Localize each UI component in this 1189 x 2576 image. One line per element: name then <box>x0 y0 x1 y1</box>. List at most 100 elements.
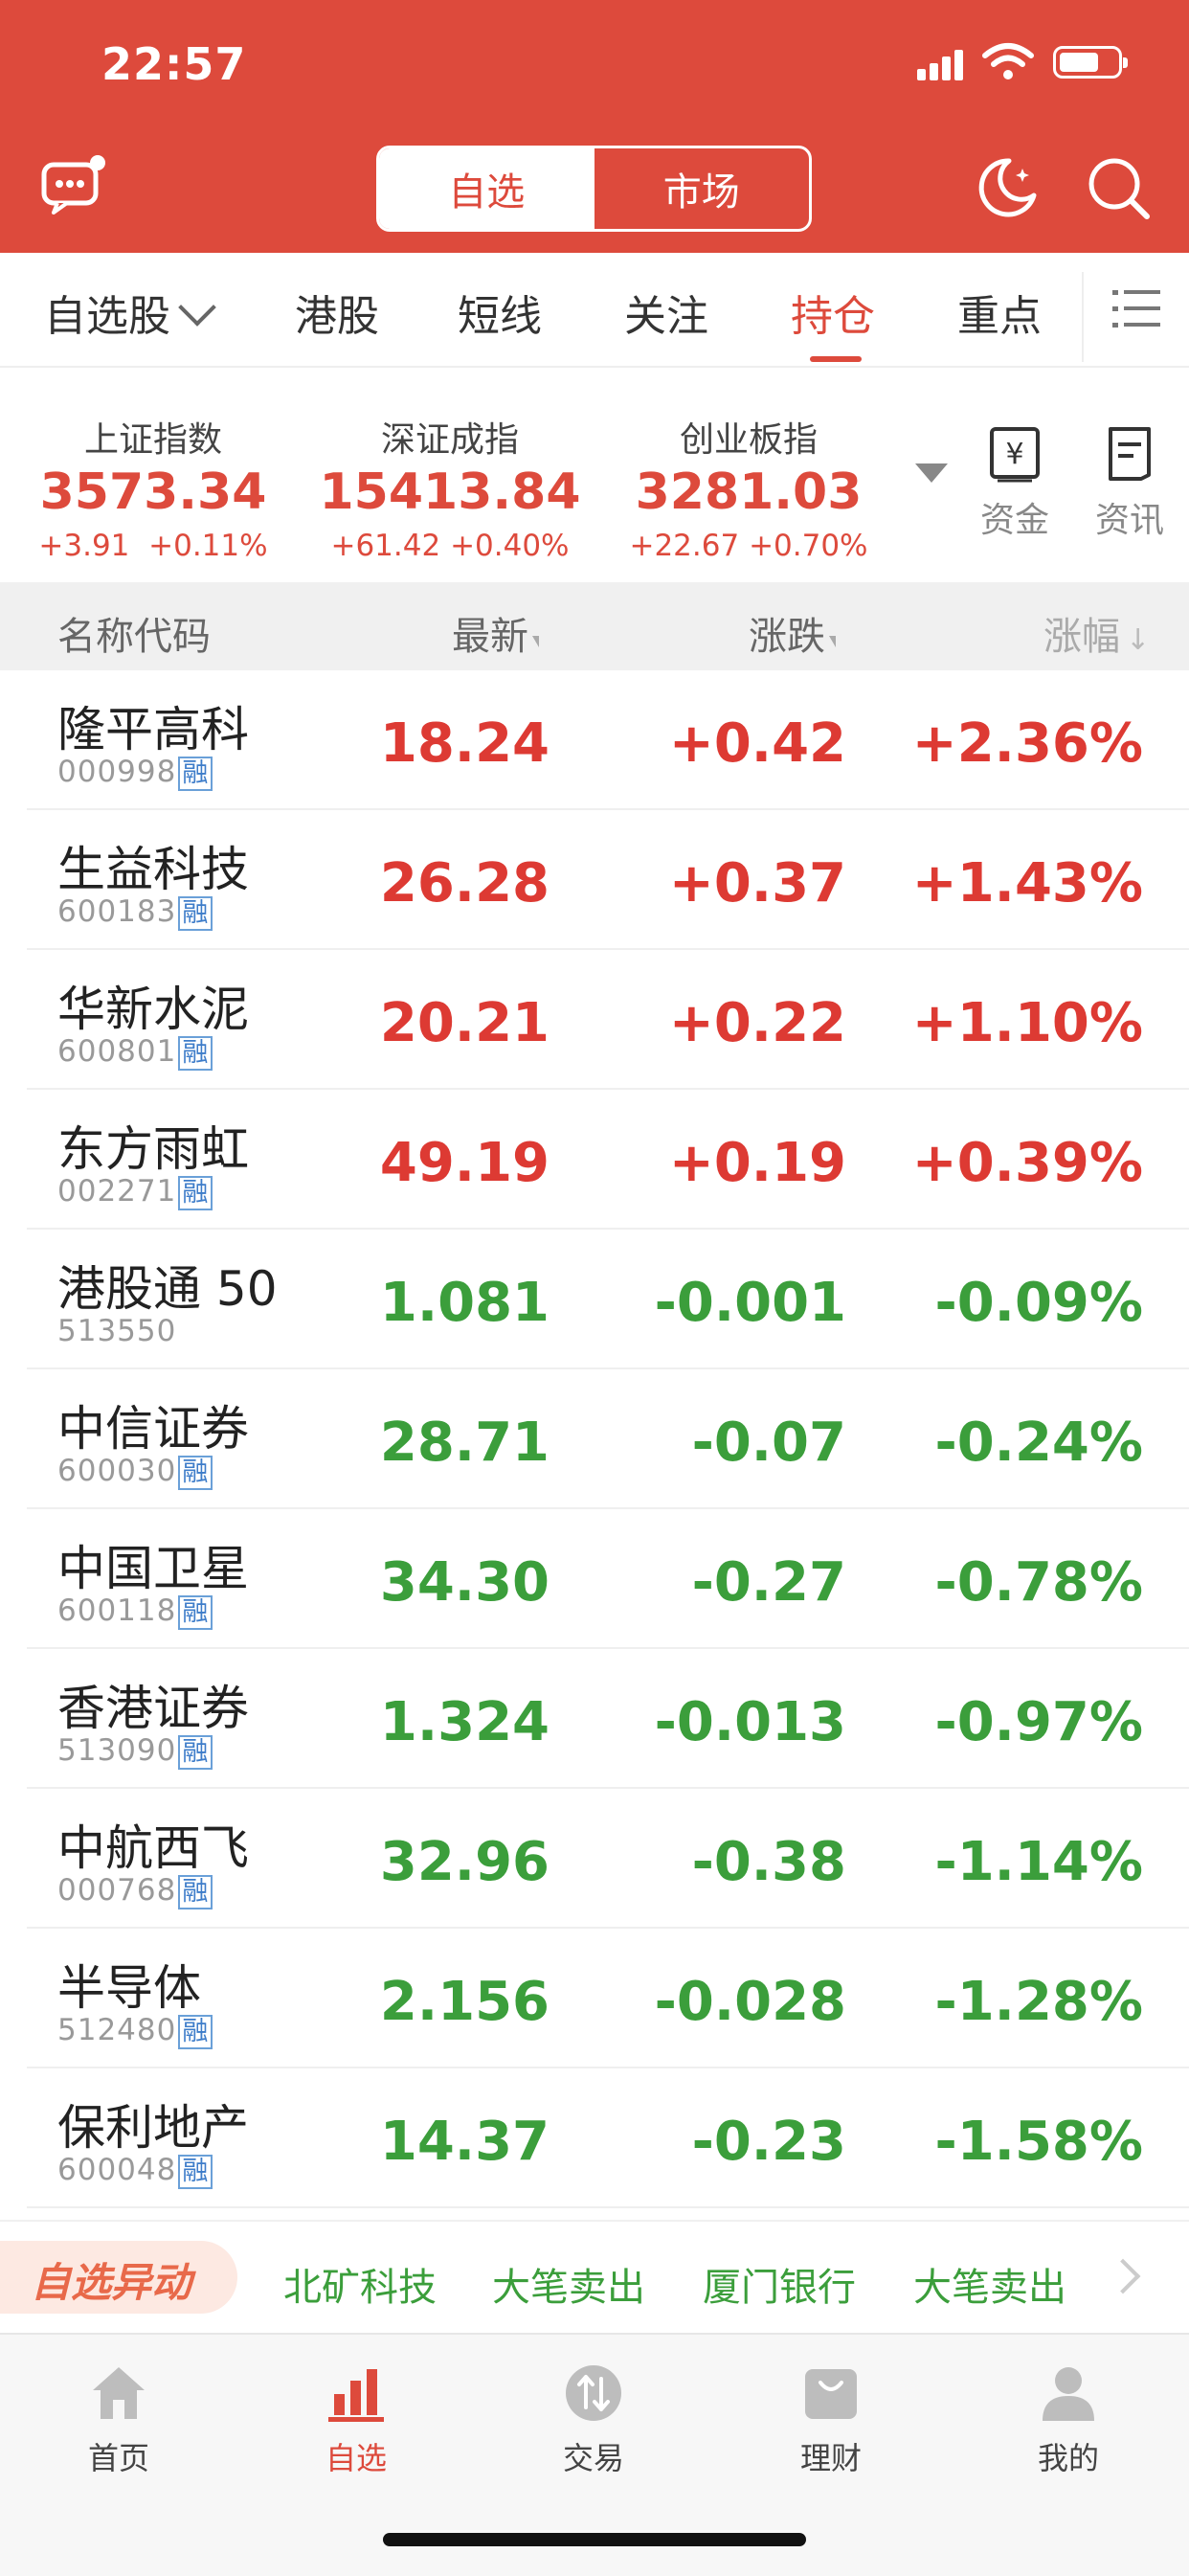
index-change: +3.91 +0.11% <box>38 529 268 563</box>
svg-text:¥: ¥ <box>1005 438 1023 471</box>
alert-badge: 自选异动 <box>0 2241 237 2314</box>
stock-row[interactable]: 半导体 512480 融 2.156 -0.028 -1.28% <box>0 1929 1189 2068</box>
margin-tag: 融 <box>178 1874 213 1909</box>
price-change: +0.19 <box>668 1132 846 1194</box>
news-button[interactable]: 资讯 <box>1082 425 1178 542</box>
stock-name: 中国卫星 <box>57 1541 249 1596</box>
divider <box>1082 272 1084 362</box>
tabbar-label: 交易 <box>562 2440 624 2476</box>
margin-tag: 融 <box>178 1035 213 1071</box>
wealth-bag-icon <box>805 2369 857 2419</box>
top-header: 22:57 自选 市场 <box>0 0 1189 253</box>
price-change: +0.37 <box>668 852 846 915</box>
change-percent: +1.10% <box>911 992 1143 1054</box>
index-shenzhen[interactable]: 深证成指 15413.84 +61.42 +0.40% <box>306 412 594 563</box>
column-change-pct[interactable]: 涨幅 ↓ <box>1043 605 1150 661</box>
margin-tag: 融 <box>178 1594 213 1630</box>
tabbar-trade[interactable]: 交易 <box>527 2361 661 2478</box>
row-divider <box>27 2206 1189 2208</box>
index-value: 15413.84 <box>319 463 581 521</box>
price-change: -0.013 <box>654 1691 846 1753</box>
stock-row[interactable]: 港股通 50 513550 1.081 -0.001 -0.09% <box>0 1230 1189 1369</box>
stock-row[interactable]: 香港证券 513090 融 1.324 -0.013 -0.97% <box>0 1649 1189 1789</box>
latest-price: 26.28 <box>379 852 550 915</box>
tab-holdings[interactable]: 持仓 <box>791 282 875 343</box>
latest-price: 20.21 <box>379 992 550 1054</box>
stock-name: 生益科技 <box>57 842 249 897</box>
tabbar-home[interactable]: 首页 <box>52 2361 186 2478</box>
latest-price: 14.37 <box>379 2111 550 2173</box>
change-percent: -0.97% <box>934 1691 1143 1753</box>
index-chinext[interactable]: 创业板指 3281.03 +22.67 +0.70% <box>605 412 892 563</box>
tab-label: 自选股 <box>44 292 170 341</box>
stock-row[interactable]: 东方雨虹 002271 融 49.19 +0.19 +0.39% <box>0 1090 1189 1230</box>
index-name: 深证成指 <box>380 420 519 460</box>
funds-button[interactable]: ¥ 资金 <box>967 425 1063 542</box>
tabbar-label: 理财 <box>799 2440 862 2476</box>
profile-icon <box>1043 2367 1094 2421</box>
tab-key[interactable]: 重点 <box>957 282 1042 343</box>
change-percent: -1.14% <box>934 1831 1143 1893</box>
stock-row[interactable]: 隆平高科 000998 融 18.24 +0.42 +2.36% <box>0 670 1189 810</box>
stock-row[interactable]: 中信证券 600030 融 28.71 -0.07 -0.24% <box>0 1369 1189 1509</box>
change-percent: -1.28% <box>934 1971 1143 2033</box>
active-tab-indicator <box>810 356 862 362</box>
margin-tag: 融 <box>178 1455 213 1490</box>
stock-row[interactable]: 华新水泥 600801 融 20.21 +0.22 +1.10% <box>0 950 1189 1090</box>
watchlist-alert-ticker[interactable]: 自选异动 北矿科技 大笔卖出 厦门银行 大笔卖出 <box>0 2220 1189 2335</box>
latest-price: 34.30 <box>379 1551 550 1614</box>
stock-name: 东方雨虹 <box>57 1121 249 1177</box>
margin-tag: 融 <box>178 895 213 931</box>
ticker-item[interactable]: 大笔卖出 <box>492 2256 645 2312</box>
ticker-item[interactable]: 厦门银行 <box>703 2256 856 2312</box>
funds-icon: ¥ <box>990 427 1040 483</box>
stock-code: 600048 融 <box>57 2153 213 2189</box>
cellular-signal-icon <box>917 48 967 80</box>
segment-market[interactable]: 市场 <box>594 148 810 229</box>
ticker-item[interactable]: 北矿科技 <box>283 2256 437 2312</box>
message-icon[interactable] <box>40 153 107 215</box>
price-change: -0.23 <box>691 2111 846 2173</box>
tab-hk-stocks[interactable]: 港股 <box>295 282 379 343</box>
index-shanghai[interactable]: 上证指数 3573.34 +3.91 +0.11% <box>10 412 297 563</box>
index-change: +22.67 +0.70% <box>629 529 868 563</box>
tab-watchlist-group[interactable]: 自选股 <box>44 282 216 343</box>
sort-icon <box>829 636 836 647</box>
search-icon[interactable] <box>1084 153 1153 222</box>
stock-row[interactable]: 中国卫星 600118 融 34.30 -0.27 -0.78% <box>0 1509 1189 1649</box>
stock-code: 513090 融 <box>57 1733 213 1770</box>
tab-following[interactable]: 关注 <box>624 282 708 343</box>
chevron-right-icon[interactable] <box>1105 2258 1141 2294</box>
latest-price: 18.24 <box>379 712 550 775</box>
expand-indices-icon[interactable] <box>915 463 948 483</box>
stock-row[interactable]: 保利地产 600048 融 14.37 -0.23 -1.58% <box>0 2068 1189 2208</box>
change-percent: -0.09% <box>934 1272 1143 1334</box>
index-value: 3281.03 <box>635 463 863 521</box>
stock-name: 保利地产 <box>57 2100 249 2156</box>
status-time: 22:57 <box>101 38 247 90</box>
stock-row[interactable]: 中航西飞 000768 融 32.96 -0.38 -1.14% <box>0 1789 1189 1929</box>
latest-price: 49.19 <box>379 1132 550 1194</box>
night-mode-icon[interactable] <box>973 153 1040 220</box>
segment-watchlist[interactable]: 自选 <box>379 148 594 229</box>
change-percent: +2.36% <box>911 712 1143 775</box>
margin-tag: 融 <box>178 2014 213 2049</box>
index-name: 创业板指 <box>679 420 818 460</box>
stock-code: 600801 融 <box>57 1034 213 1071</box>
tabbar-profile[interactable]: 我的 <box>1001 2361 1135 2478</box>
stock-name: 半导体 <box>57 1960 201 2016</box>
index-name: 上证指数 <box>83 420 222 460</box>
ticker-item[interactable]: 大笔卖出 <box>913 2256 1066 2312</box>
column-latest-price[interactable]: 最新 <box>452 605 539 661</box>
stock-name: 港股通 50 <box>57 1261 278 1317</box>
tabbar-watchlist[interactable]: 自选 <box>289 2361 423 2478</box>
tabbar-wealth[interactable]: 理财 <box>764 2361 898 2478</box>
stock-row[interactable]: 生益科技 600183 融 26.28 +0.37 +1.43% <box>0 810 1189 950</box>
tab-short-term[interactable]: 短线 <box>458 282 542 343</box>
stock-name: 香港证券 <box>57 1681 249 1736</box>
list-menu-icon[interactable] <box>1112 287 1160 329</box>
stock-code: 000998 融 <box>57 755 213 791</box>
price-change: -0.27 <box>691 1551 846 1614</box>
battery-icon <box>1053 46 1128 79</box>
column-change[interactable]: 涨跌 <box>749 605 836 661</box>
